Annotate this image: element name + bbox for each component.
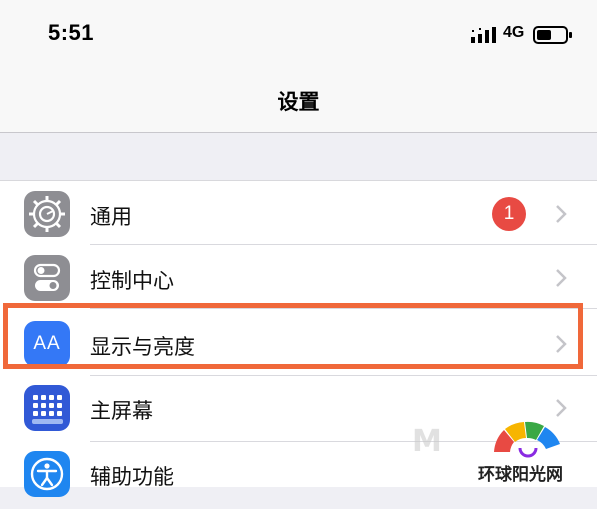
settings-row-label: 控制中心 [90,269,174,293]
gear-icon [24,191,70,237]
watermark-logo-text: 环球阳光网 [478,465,563,485]
settings-row-label: 主屏幕 [90,399,153,423]
page-title: 设置 [277,90,320,114]
accessibility-icon [24,451,70,497]
settings-row-label: 通用 [90,205,132,229]
network-type: 4G [503,24,525,41]
settings-row-control-center[interactable]: 控制中心 [0,245,597,311]
chevron-right-icon [556,269,567,287]
row-separator [90,375,597,376]
watermark-logo-fan-icon [494,421,560,458]
watermark-logo: 环球阳光网 [474,416,584,486]
battery-icon [533,26,572,44]
settings-row-label: 辅助功能 [90,465,174,489]
notification-badge: 1 [492,197,526,231]
status-time: 5:51 [48,20,95,45]
home-screen-icon [24,385,70,431]
chevron-right-icon [556,205,567,223]
cellular-signal-icon [471,27,496,43]
status-bar: 5:51 4G [0,0,597,66]
watermark-m-glyph: M [412,424,442,459]
toggles-icon [24,255,70,301]
highlight-frame [3,303,583,369]
navigation-bar: 设置 [0,66,597,133]
settings-row-general[interactable]: 通用 1 [0,181,597,247]
